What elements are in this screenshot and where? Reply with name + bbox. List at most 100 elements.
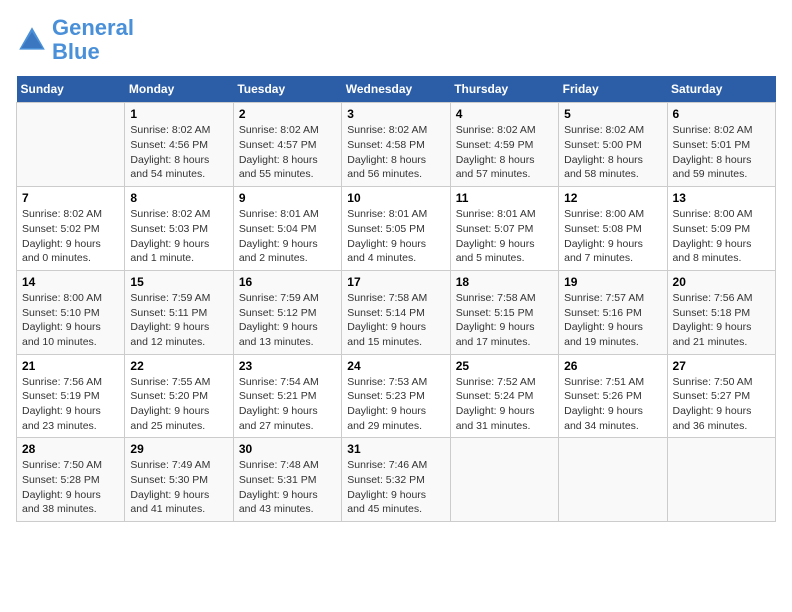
day-info: Sunrise: 7:52 AM Sunset: 5:24 PM Dayligh…	[456, 375, 553, 434]
calendar-cell: 21 Sunrise: 7:56 AM Sunset: 5:19 PM Dayli…	[17, 354, 125, 438]
day-info: Sunrise: 8:00 AM Sunset: 5:10 PM Dayligh…	[22, 291, 119, 350]
day-number: 6	[673, 107, 770, 121]
calendar-cell: 29 Sunrise: 7:49 AM Sunset: 5:30 PM Dayli…	[125, 438, 233, 522]
day-info: Sunrise: 8:02 AM Sunset: 5:01 PM Dayligh…	[673, 123, 770, 182]
calendar-cell: 30Sunrise: 7:48 AM Sunset: 5:31 PM Dayli…	[233, 438, 341, 522]
day-number: 28	[22, 442, 119, 456]
calendar-cell: 14 Sunrise: 8:00 AM Sunset: 5:10 PM Dayli…	[17, 270, 125, 354]
day-info: Sunrise: 8:01 AM Sunset: 5:05 PM Dayligh…	[347, 207, 444, 266]
header-cell: Saturday	[667, 76, 775, 103]
calendar-cell: 27 Sunrise: 7:50 AM Sunset: 5:27 PM Dayli…	[667, 354, 775, 438]
day-info: Sunrise: 7:50 AM Sunset: 5:28 PM Dayligh…	[22, 458, 119, 517]
calendar-cell	[450, 438, 558, 522]
day-info: Sunrise: 7:53 AM Sunset: 5:23 PM Dayligh…	[347, 375, 444, 434]
day-number: 20	[673, 275, 770, 289]
calendar-cell: 3 Sunrise: 8:02 AM Sunset: 4:58 PM Daylig…	[342, 103, 450, 187]
day-info: Sunrise: 8:00 AM Sunset: 5:09 PM Dayligh…	[673, 207, 770, 266]
day-number: 4	[456, 107, 553, 121]
day-info: Sunrise: 7:59 AM Sunset: 5:12 PM Dayligh…	[239, 291, 336, 350]
day-number: 11	[456, 191, 553, 205]
day-number: 29	[130, 442, 227, 456]
day-info: Sunrise: 7:58 AM Sunset: 5:15 PM Dayligh…	[456, 291, 553, 350]
day-number: 18	[456, 275, 553, 289]
day-info: Sunrise: 7:46 AM Sunset: 5:32 PM Dayligh…	[347, 458, 444, 517]
calendar-cell	[17, 103, 125, 187]
calendar-cell: 13 Sunrise: 8:00 AM Sunset: 5:09 PM Dayli…	[667, 187, 775, 271]
calendar-cell: 16 Sunrise: 7:59 AM Sunset: 5:12 PM Dayli…	[233, 270, 341, 354]
calendar-cell: 26Sunrise: 7:51 AM Sunset: 5:26 PM Dayli…	[559, 354, 667, 438]
calendar-cell: 19Sunrise: 7:57 AM Sunset: 5:16 PM Dayli…	[559, 270, 667, 354]
calendar-week-row: 21 Sunrise: 7:56 AM Sunset: 5:19 PM Dayli…	[17, 354, 776, 438]
calendar-body: 1 Sunrise: 8:02 AM Sunset: 4:56 PM Daylig…	[17, 103, 776, 522]
calendar-cell: 15Sunrise: 7:59 AM Sunset: 5:11 PM Dayli…	[125, 270, 233, 354]
day-info: Sunrise: 7:48 AM Sunset: 5:31 PM Dayligh…	[239, 458, 336, 517]
day-info: Sunrise: 7:49 AM Sunset: 5:30 PM Dayligh…	[130, 458, 227, 517]
day-info: Sunrise: 8:02 AM Sunset: 4:56 PM Dayligh…	[130, 123, 227, 182]
day-number: 13	[673, 191, 770, 205]
day-number: 12	[564, 191, 661, 205]
calendar-header: SundayMondayTuesdayWednesdayThursdayFrid…	[17, 76, 776, 103]
calendar-cell: 24 Sunrise: 7:53 AM Sunset: 5:23 PM Dayli…	[342, 354, 450, 438]
day-number: 9	[239, 191, 336, 205]
day-info: Sunrise: 8:02 AM Sunset: 5:02 PM Dayligh…	[22, 207, 119, 266]
page-header: General Blue	[16, 16, 776, 64]
logo: General Blue	[16, 16, 134, 64]
calendar-cell: 6 Sunrise: 8:02 AM Sunset: 5:01 PM Daylig…	[667, 103, 775, 187]
header-cell: Friday	[559, 76, 667, 103]
calendar-cell: 10 Sunrise: 8:01 AM Sunset: 5:05 PM Dayli…	[342, 187, 450, 271]
calendar-cell: 5Sunrise: 8:02 AM Sunset: 5:00 PM Daylig…	[559, 103, 667, 187]
header-cell: Wednesday	[342, 76, 450, 103]
day-info: Sunrise: 7:55 AM Sunset: 5:20 PM Dayligh…	[130, 375, 227, 434]
calendar-cell: 2 Sunrise: 8:02 AM Sunset: 4:57 PM Daylig…	[233, 103, 341, 187]
day-number: 16	[239, 275, 336, 289]
calendar-cell: 12 Sunrise: 8:00 AM Sunset: 5:08 PM Dayli…	[559, 187, 667, 271]
day-number: 25	[456, 359, 553, 373]
calendar-cell: 28 Sunrise: 7:50 AM Sunset: 5:28 PM Dayli…	[17, 438, 125, 522]
day-number: 8	[130, 191, 227, 205]
day-info: Sunrise: 8:02 AM Sunset: 4:58 PM Dayligh…	[347, 123, 444, 182]
day-number: 10	[347, 191, 444, 205]
day-number: 21	[22, 359, 119, 373]
calendar-cell	[667, 438, 775, 522]
day-info: Sunrise: 8:02 AM Sunset: 5:00 PM Dayligh…	[564, 123, 661, 182]
day-info: Sunrise: 8:02 AM Sunset: 4:59 PM Dayligh…	[456, 123, 553, 182]
header-row: SundayMondayTuesdayWednesdayThursdayFrid…	[17, 76, 776, 103]
calendar-cell: 7 Sunrise: 8:02 AM Sunset: 5:02 PM Daylig…	[17, 187, 125, 271]
calendar-week-row: 28 Sunrise: 7:50 AM Sunset: 5:28 PM Dayli…	[17, 438, 776, 522]
calendar-cell: 20 Sunrise: 7:56 AM Sunset: 5:18 PM Dayli…	[667, 270, 775, 354]
header-cell: Sunday	[17, 76, 125, 103]
day-number: 1	[130, 107, 227, 121]
calendar-cell: 23 Sunrise: 7:54 AM Sunset: 5:21 PM Dayli…	[233, 354, 341, 438]
day-number: 24	[347, 359, 444, 373]
day-info: Sunrise: 8:01 AM Sunset: 5:04 PM Dayligh…	[239, 207, 336, 266]
day-number: 23	[239, 359, 336, 373]
day-info: Sunrise: 7:57 AM Sunset: 5:16 PM Dayligh…	[564, 291, 661, 350]
calendar-cell: 8 Sunrise: 8:02 AM Sunset: 5:03 PM Daylig…	[125, 187, 233, 271]
day-info: Sunrise: 7:58 AM Sunset: 5:14 PM Dayligh…	[347, 291, 444, 350]
day-number: 2	[239, 107, 336, 121]
day-number: 14	[22, 275, 119, 289]
header-cell: Monday	[125, 76, 233, 103]
calendar-week-row: 1 Sunrise: 8:02 AM Sunset: 4:56 PM Daylig…	[17, 103, 776, 187]
day-number: 26	[564, 359, 661, 373]
day-info: Sunrise: 8:00 AM Sunset: 5:08 PM Dayligh…	[564, 207, 661, 266]
header-cell: Thursday	[450, 76, 558, 103]
calendar-cell: 18 Sunrise: 7:58 AM Sunset: 5:15 PM Dayli…	[450, 270, 558, 354]
day-number: 7	[22, 191, 119, 205]
calendar-cell: 1 Sunrise: 8:02 AM Sunset: 4:56 PM Daylig…	[125, 103, 233, 187]
day-info: Sunrise: 7:50 AM Sunset: 5:27 PM Dayligh…	[673, 375, 770, 434]
day-info: Sunrise: 8:02 AM Sunset: 4:57 PM Dayligh…	[239, 123, 336, 182]
calendar-cell: 22Sunrise: 7:55 AM Sunset: 5:20 PM Dayli…	[125, 354, 233, 438]
day-number: 17	[347, 275, 444, 289]
calendar-cell: 11 Sunrise: 8:01 AM Sunset: 5:07 PM Dayli…	[450, 187, 558, 271]
calendar-cell: 9 Sunrise: 8:01 AM Sunset: 5:04 PM Daylig…	[233, 187, 341, 271]
day-info: Sunrise: 8:02 AM Sunset: 5:03 PM Dayligh…	[130, 207, 227, 266]
day-number: 27	[673, 359, 770, 373]
day-info: Sunrise: 7:56 AM Sunset: 5:18 PM Dayligh…	[673, 291, 770, 350]
day-number: 3	[347, 107, 444, 121]
day-number: 31	[347, 442, 444, 456]
day-number: 15	[130, 275, 227, 289]
day-info: Sunrise: 7:54 AM Sunset: 5:21 PM Dayligh…	[239, 375, 336, 434]
day-info: Sunrise: 7:56 AM Sunset: 5:19 PM Dayligh…	[22, 375, 119, 434]
day-info: Sunrise: 8:01 AM Sunset: 5:07 PM Dayligh…	[456, 207, 553, 266]
